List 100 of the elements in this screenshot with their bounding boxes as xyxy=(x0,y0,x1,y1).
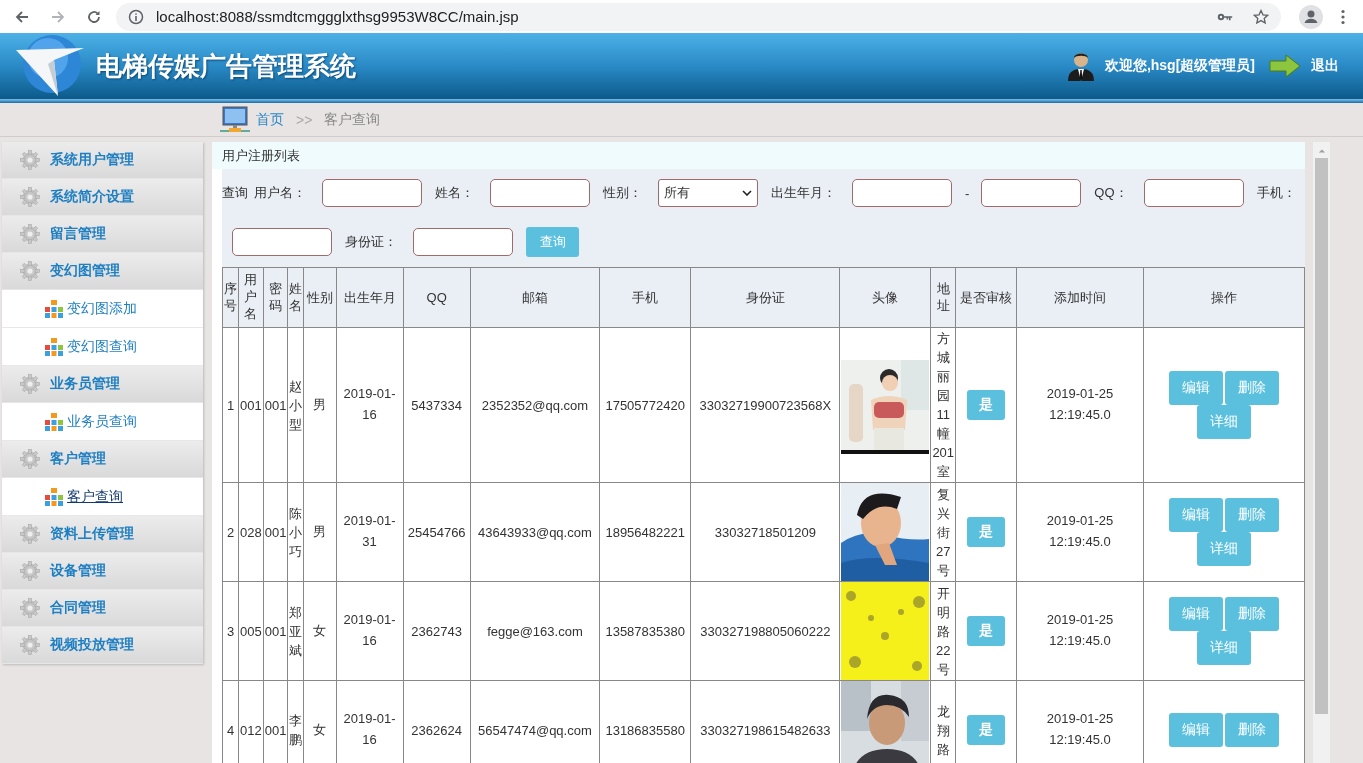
gear-icon xyxy=(20,150,40,170)
scrollbar[interactable] xyxy=(1313,142,1330,763)
field-label: 身份证： xyxy=(345,233,397,251)
table-cell: 2019-01-25 12:19:45.0 xyxy=(1016,327,1144,483)
delete-button[interactable]: 删除 xyxy=(1225,597,1279,631)
table-cell: 男 xyxy=(303,482,336,582)
column-header: 添加时间 xyxy=(1016,267,1144,328)
sidebar-group[interactable]: 系统简介设置 xyxy=(2,179,203,216)
delete-button[interactable]: 删除 xyxy=(1225,371,1279,405)
detail-button[interactable]: 详细 xyxy=(1197,532,1251,566)
edit-button[interactable]: 编辑 xyxy=(1169,713,1223,747)
table-cell: 001 xyxy=(263,327,288,483)
audit-button[interactable]: 是 xyxy=(967,390,1006,420)
table-cell: 001 xyxy=(263,482,288,582)
edit-button[interactable]: 编辑 xyxy=(1169,371,1223,405)
gender-select[interactable]: 所有 xyxy=(658,179,758,207)
search-label: 查询 xyxy=(222,184,248,202)
table-cell: 028 xyxy=(238,482,264,582)
column-header: 手机 xyxy=(599,267,691,328)
sidebar-group[interactable]: 留言管理 xyxy=(2,216,203,253)
gear-icon xyxy=(20,261,40,281)
table-cell: 郑亚斌 xyxy=(287,581,304,681)
audit-button[interactable]: 是 xyxy=(967,715,1006,745)
input-field[interactable] xyxy=(322,179,422,207)
caret-icon xyxy=(742,190,752,196)
table-cell: 25454766 xyxy=(403,482,471,582)
address-bar[interactable]: localhost:8088/ssmdtcmggglxthsg9953W8CC/main.jsp xyxy=(116,2,1281,31)
sidebar-item[interactable]: 变幻图添加 xyxy=(2,290,203,328)
column-header: 头像 xyxy=(839,267,931,328)
column-header: 出生年月 xyxy=(336,267,403,328)
date-to-field[interactable] xyxy=(981,179,1082,207)
reload-icon[interactable] xyxy=(86,8,102,25)
arrow-icon[interactable] xyxy=(1269,54,1301,78)
star-icon[interactable] xyxy=(1253,8,1269,25)
back-icon[interactable] xyxy=(14,8,30,25)
input-field[interactable] xyxy=(232,228,332,256)
audit-button[interactable]: 是 xyxy=(967,517,1006,547)
sidebar-group[interactable]: 系统用户管理 xyxy=(2,142,203,179)
input-field[interactable] xyxy=(490,179,590,207)
sitemap-icon xyxy=(45,337,63,356)
profile-icon[interactable] xyxy=(1299,4,1323,29)
table-cell: 43643933@qq.com xyxy=(470,482,600,582)
edit-button[interactable]: 编辑 xyxy=(1169,597,1223,631)
table-cell: 005 xyxy=(238,581,264,681)
detail-button[interactable]: 详细 xyxy=(1197,405,1251,439)
table-cell: 001 xyxy=(238,327,264,483)
user-avatar-icon xyxy=(1066,51,1095,81)
menu-icon[interactable] xyxy=(1341,8,1345,25)
edit-button[interactable]: 编辑 xyxy=(1169,498,1223,532)
info-icon[interactable] xyxy=(128,8,144,25)
column-header: 邮箱 xyxy=(470,267,600,328)
column-header: 用户名 xyxy=(238,267,264,328)
panel-title: 用户注册列表 xyxy=(212,142,1305,169)
url-text: localhost:8088/ssmdtcmggglxthsg9953W8CC/main.jsp xyxy=(156,8,519,25)
field-label: 出生年月： xyxy=(771,184,836,202)
table-cell: 13587835380 xyxy=(599,581,691,681)
sitemap-icon xyxy=(45,487,63,506)
input-field[interactable] xyxy=(413,228,513,256)
column-header: 身份证 xyxy=(690,267,840,328)
table-cell: 33032718501209 xyxy=(690,482,840,582)
column-header: 序号 xyxy=(222,267,239,328)
table-cell: 5437334 xyxy=(403,327,471,483)
table-cell: 4 xyxy=(222,680,239,763)
home-link[interactable]: 首页 xyxy=(256,110,284,129)
sidebar-group[interactable]: 视频投放管理 xyxy=(2,627,203,664)
field-label: 用户名： xyxy=(254,184,306,202)
sidebar-group[interactable]: 客户管理 xyxy=(2,441,203,478)
logout-link[interactable]: 退出 xyxy=(1311,57,1339,75)
sidebar-group[interactable]: 设备管理 xyxy=(2,553,203,590)
sidebar-item[interactable]: 变幻图查询 xyxy=(2,328,203,366)
delete-button[interactable]: 删除 xyxy=(1225,498,1279,532)
sidebar-group[interactable]: 资料上传管理 xyxy=(2,516,203,553)
column-header: 是否审核 xyxy=(955,267,1017,328)
table-cell: 开明路22号 xyxy=(930,581,956,681)
column-header: QQ xyxy=(403,267,471,328)
table-cell: 2362743 xyxy=(403,581,471,681)
gear-icon xyxy=(20,598,40,618)
sidebar-item[interactable]: 客户查询 xyxy=(2,478,203,516)
scroll-up-icon[interactable] xyxy=(1317,148,1326,154)
sidebar-group[interactable]: 合同管理 xyxy=(2,590,203,627)
date-from-field[interactable] xyxy=(852,179,952,207)
table-cell: 3 xyxy=(222,581,239,681)
table-cell: 012 xyxy=(238,680,264,763)
table-cell: 男 xyxy=(303,327,336,483)
sidebar-item[interactable]: 业务员查询 xyxy=(2,403,203,441)
delete-button[interactable]: 删除 xyxy=(1225,713,1279,747)
table-cell: 2352352@qq.com xyxy=(470,327,600,483)
input-field[interactable] xyxy=(1143,179,1244,207)
table-cell: 李鹏 xyxy=(287,680,304,763)
table-cell: 赵小型 xyxy=(287,327,304,483)
table-cell: 2019-01-31 xyxy=(336,482,403,582)
system-title: 电梯传媒广告管理系统 xyxy=(96,49,356,83)
audit-button[interactable]: 是 xyxy=(967,616,1006,646)
sidebar-group[interactable]: 业务员管理 xyxy=(2,366,203,403)
field-label: QQ： xyxy=(1094,184,1128,202)
table-cell: 17505772420 xyxy=(599,327,691,483)
sidebar-group[interactable]: 变幻图管理 xyxy=(2,253,203,290)
field-label: 姓名： xyxy=(435,184,474,202)
search-button[interactable]: 查询 xyxy=(526,227,579,257)
detail-button[interactable]: 详细 xyxy=(1197,631,1251,665)
